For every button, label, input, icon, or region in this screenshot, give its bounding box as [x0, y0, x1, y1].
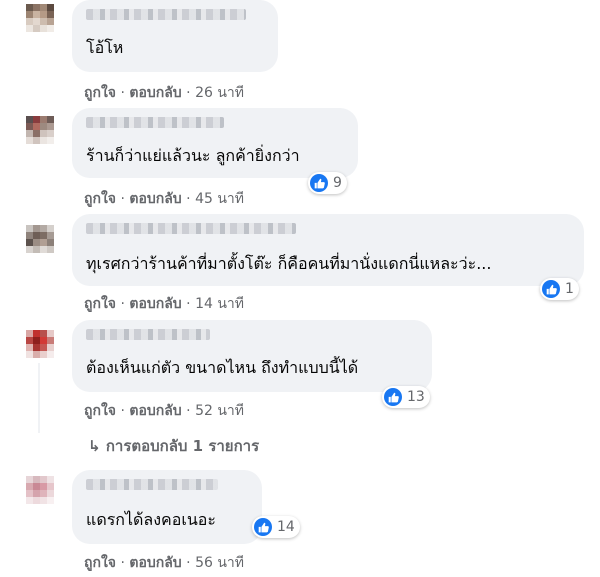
avatar[interactable]: [26, 476, 54, 504]
comment-time[interactable]: 52 นาที: [195, 403, 244, 419]
comment-text: ร้านก็ว่าแย่แล้วนะ ลูกค้ายิ่งกว่า: [86, 146, 300, 165]
author-name-blurred[interactable]: [86, 223, 296, 234]
reply-thread-line: [38, 363, 40, 433]
reaction-count[interactable]: 9: [308, 172, 347, 194]
reply-link[interactable]: ตอบกลับ: [129, 403, 181, 419]
comment-time[interactable]: 14 นาที: [195, 296, 244, 312]
author-name-blurred[interactable]: [86, 117, 224, 128]
reply-link[interactable]: ตอบกลับ: [129, 555, 181, 571]
avatar[interactable]: [26, 330, 54, 358]
avatar[interactable]: [26, 116, 54, 144]
comment-actions: ถูกใจ · ตอบกลับ · 14 นาที: [84, 296, 244, 312]
like-thumb-icon: [254, 518, 272, 536]
like-thumb-icon: [310, 174, 328, 192]
avatar[interactable]: [26, 225, 54, 253]
author-name-blurred[interactable]: [86, 479, 218, 490]
reaction-count[interactable]: 1: [540, 278, 579, 300]
reply-link[interactable]: ตอบกลับ: [129, 296, 181, 312]
reply-arrow-icon: ↳: [88, 437, 101, 455]
comment-time[interactable]: 56 นาที: [195, 555, 244, 571]
like-link[interactable]: ถูกใจ: [84, 403, 116, 419]
reply-link[interactable]: ตอบกลับ: [129, 85, 181, 101]
comment-actions: ถูกใจ · ตอบกลับ · 56 นาที: [84, 555, 244, 571]
comment-bubble: ทุเรศกว่าร้านค้าที่มาตั้งโต๊ะ ก็คือคนที่…: [72, 214, 584, 286]
avatar[interactable]: [26, 4, 54, 32]
comment-bubble: ต้องเห็นแก่ตัว ขนาดไหน ถึงทำแบบนี้ได้: [72, 320, 432, 392]
like-thumb-icon: [542, 280, 560, 298]
view-replies-link[interactable]: ↳ การตอบกลับ 1 รายการ: [88, 434, 259, 458]
comment-text: โอ้โห: [86, 38, 124, 57]
comment-actions: ถูกใจ · ตอบกลับ · 52 นาที: [84, 403, 244, 419]
like-link[interactable]: ถูกใจ: [84, 555, 116, 571]
author-name-blurred[interactable]: [86, 329, 210, 340]
like-link[interactable]: ถูกใจ: [84, 85, 116, 101]
reaction-count[interactable]: 13: [382, 386, 430, 408]
comment-bubble: ร้านก็ว่าแย่แล้วนะ ลูกค้ายิ่งกว่า: [72, 108, 358, 178]
comment-actions: ถูกใจ · ตอบกลับ · 45 นาที: [84, 191, 244, 207]
comment-bubble: โอ้โห: [72, 0, 278, 72]
comment-bubble: แดรกได้ลงคอเนอะ: [72, 470, 262, 544]
like-link[interactable]: ถูกใจ: [84, 191, 116, 207]
comment-time[interactable]: 26 นาที: [195, 85, 244, 101]
author-name-blurred[interactable]: [86, 9, 246, 20]
comment-actions: ถูกใจ · ตอบกลับ · 26 นาที: [84, 85, 244, 101]
comment-text: แดรกได้ลงคอเนอะ: [86, 510, 216, 529]
like-thumb-icon: [384, 388, 402, 406]
comment-text: ทุเรศกว่าร้านค้าที่มาตั้งโต๊ะ ก็คือคนที่…: [86, 254, 492, 273]
reaction-count[interactable]: 14: [252, 516, 300, 538]
comment-time[interactable]: 45 นาที: [195, 191, 244, 207]
reply-link[interactable]: ตอบกลับ: [129, 191, 181, 207]
comment-text: ต้องเห็นแก่ตัว ขนาดไหน ถึงทำแบบนี้ได้: [86, 358, 359, 377]
like-link[interactable]: ถูกใจ: [84, 296, 116, 312]
